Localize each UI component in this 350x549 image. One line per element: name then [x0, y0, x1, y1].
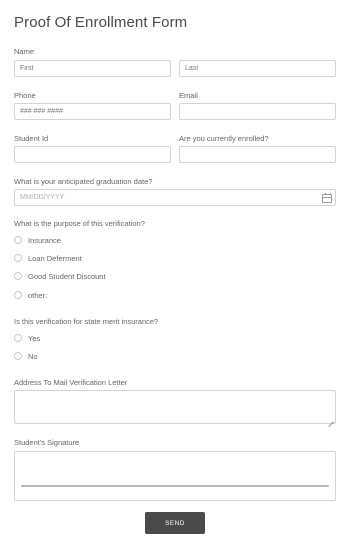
- radio-option-no[interactable]: No: [14, 351, 38, 361]
- address-textarea[interactable]: [14, 390, 336, 424]
- signature-line: [21, 485, 329, 487]
- radio-option-yes[interactable]: Yes: [14, 333, 40, 343]
- first-name-input[interactable]: [14, 60, 171, 77]
- resize-grip-icon[interactable]: [328, 416, 334, 422]
- email-input[interactable]: [179, 103, 336, 120]
- radio-button[interactable]: [14, 254, 22, 262]
- enrolled-label: Are you currently enrolled?: [179, 134, 269, 143]
- radio-label: Insurance: [28, 235, 61, 245]
- student-id-label: Student Id: [14, 134, 49, 143]
- enrolled-input[interactable]: [179, 146, 336, 163]
- radio-label: Loan Deferment: [28, 253, 82, 263]
- calendar-icon[interactable]: [322, 193, 332, 203]
- signature-pad[interactable]: [14, 451, 336, 501]
- address-label: Address To Mail Verification Letter: [14, 378, 128, 387]
- radio-button[interactable]: [14, 272, 22, 280]
- radio-label: Yes: [28, 333, 41, 343]
- radio-label: Good Student Discount: [28, 271, 106, 281]
- send-button[interactable]: SEND: [145, 512, 205, 534]
- phone-label: Phone: [14, 91, 36, 100]
- name-label: Name: [14, 47, 35, 56]
- graduation-date-input[interactable]: [14, 189, 336, 206]
- phone-input[interactable]: [14, 103, 171, 120]
- graduation-date-label: What is your anticipated graduation date…: [14, 177, 153, 186]
- radio-option-insurance[interactable]: Insurance: [14, 235, 61, 245]
- enrollment-form: Proof Of Enrollment Form Name Phone Emai…: [0, 0, 350, 549]
- purpose-label: What is the purpose of this verification…: [14, 219, 145, 228]
- radio-label: No: [28, 351, 38, 361]
- signature-label: Student's Signature: [14, 438, 80, 447]
- radio-option-other[interactable]: other:: [14, 290, 47, 300]
- radio-button[interactable]: [14, 291, 22, 299]
- email-label: Email: [179, 91, 198, 100]
- radio-button[interactable]: [14, 236, 22, 244]
- radio-label: other:: [28, 290, 48, 300]
- radio-option-good-student-discount[interactable]: Good Student Discount: [14, 271, 106, 281]
- last-name-input[interactable]: [179, 60, 336, 77]
- student-id-input[interactable]: [14, 146, 171, 163]
- radio-button[interactable]: [14, 334, 22, 342]
- radio-button[interactable]: [14, 352, 22, 360]
- radio-option-loan-deferment[interactable]: Loan Deferment: [14, 253, 82, 263]
- page-title: Proof Of Enrollment Form: [14, 14, 188, 31]
- state-merit-label: Is this verification for state merit ins…: [14, 317, 159, 326]
